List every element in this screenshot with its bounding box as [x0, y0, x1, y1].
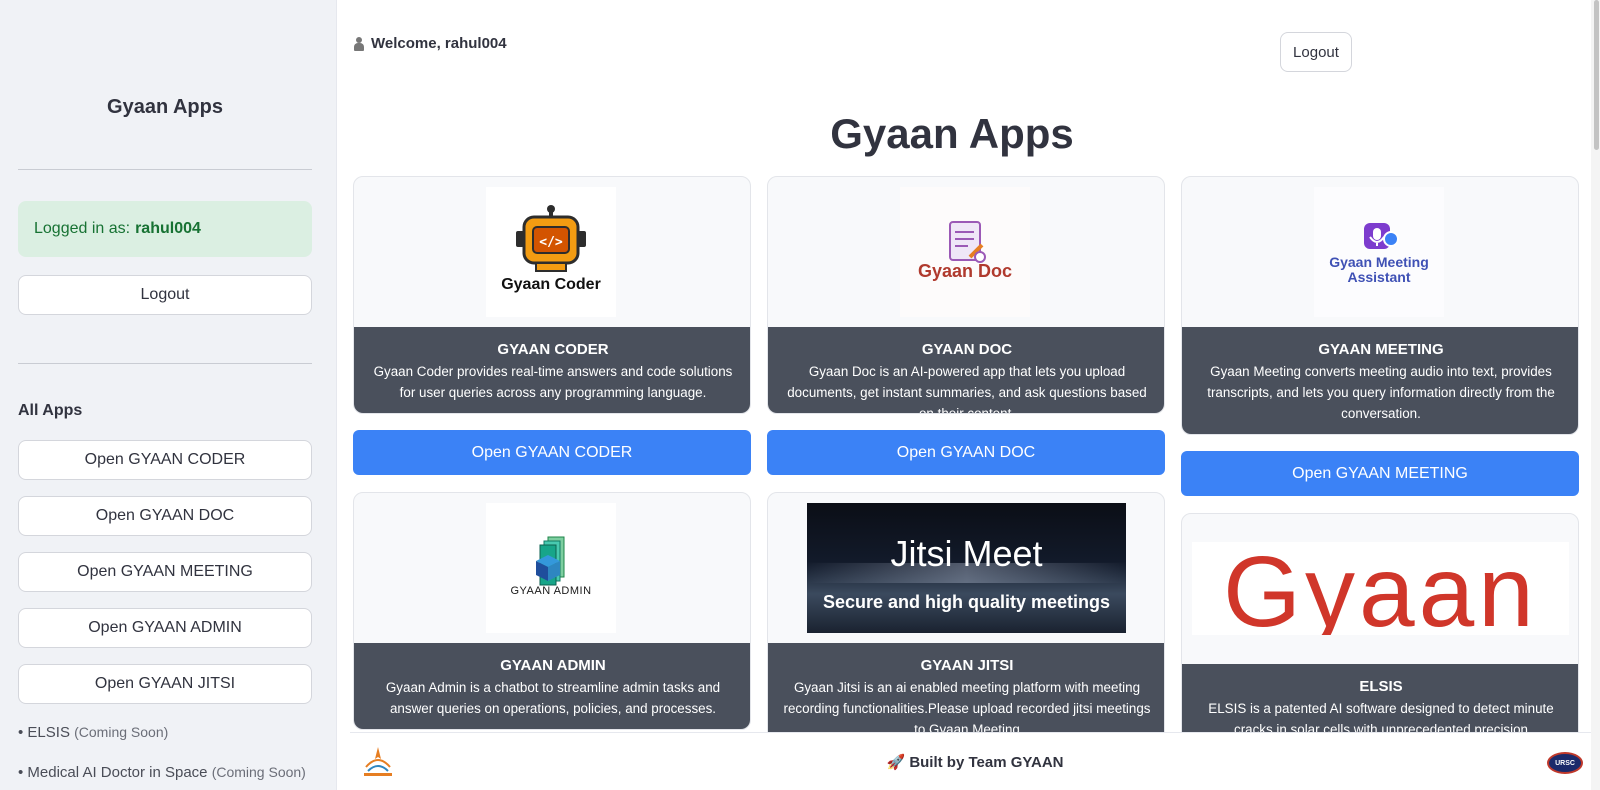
card-title: GYAAN JITSI [920, 657, 1014, 674]
welcome-message: Welcome, rahul004 [354, 35, 507, 52]
sidebar-logout-button[interactable]: Logout [18, 275, 312, 315]
card-title: GYAAN DOC [921, 341, 1013, 358]
jitsi-banner-subtitle: Secure and high quality meetings [822, 592, 1111, 612]
login-prefix: Logged in as: [34, 220, 131, 237]
sidebar-open-meeting-button[interactable]: Open GYAAN MEETING [18, 552, 312, 592]
card-description: Gyaan Coder provides real-time answers a… [373, 364, 733, 400]
gyaan-meeting-logo: Gyaan Meeting Assistant [1314, 187, 1444, 317]
app-card-admin: GYAAN ADMIN GYAAN ADMIN Gyaan Admin is a… [353, 492, 751, 730]
sidebar-divider [18, 169, 312, 170]
sidebar: Gyaan Apps Logged in as: rahul004 Logout… [0, 0, 337, 790]
meeting-logo-text: Gyaan Meeting Assistant [1329, 254, 1429, 285]
sidebar-open-coder-button[interactable]: Open GYAAN CODER [18, 440, 312, 480]
open-gyaan-doc-button[interactable]: Open GYAAN DOC [767, 430, 1165, 475]
app-card-meeting: Gyaan Meeting Assistant GYAAN MEETING Gy… [1181, 176, 1579, 435]
jitsi-banner-title: Jitsi Meet [890, 533, 1043, 574]
card-title: GYAAN MEETING [1318, 341, 1444, 358]
card-body: GYAAN DOC Gyaan Doc is an AI-powered app… [768, 327, 1164, 414]
user-icon [354, 36, 364, 51]
cube-stack-icon [536, 536, 565, 586]
header-logout-button[interactable]: Logout [1280, 32, 1352, 72]
jitsi-meet-banner: Jitsi Meet Secure and high quality meeti… [807, 503, 1126, 633]
ursc-logo: URSC [1547, 752, 1583, 774]
open-gyaan-coder-button[interactable]: Open GYAAN CODER [353, 430, 751, 475]
sidebar-divider [18, 363, 312, 364]
login-username: rahul004 [135, 220, 201, 237]
coming-soon-tag: (Coming Soon) [74, 724, 169, 740]
gyaan-admin-logo: GYAAN ADMIN [486, 503, 616, 633]
card-body: GYAAN CODER Gyaan Coder provides real-ti… [354, 327, 750, 413]
card-title: GYAAN CODER [497, 341, 609, 358]
card-title: ELSIS [1359, 678, 1403, 695]
open-gyaan-meeting-button[interactable]: Open GYAAN MEETING [1181, 451, 1579, 496]
sidebar-open-admin-button[interactable]: Open GYAAN ADMIN [18, 608, 312, 648]
coming-soon-medical: • Medical AI Doctor in Space (Coming Soo… [18, 764, 306, 781]
card-body: GYAAN ADMIN Gyaan Admin is a chatbot to … [354, 643, 750, 729]
coming-soon-name: • Medical AI Doctor in Space [18, 764, 208, 781]
welcome-text: Welcome, rahul004 [371, 35, 507, 52]
doc-logo-text: Gyaan Doc [917, 261, 1013, 281]
card-title: GYAAN ADMIN [500, 657, 606, 674]
coming-soon-elsis: • ELSIS (Coming Soon) [18, 724, 168, 741]
robot-coder-icon: </> [516, 205, 586, 272]
main-content: Welcome, rahul004 Logout Gyaan Apps </> … [337, 0, 1600, 790]
app-card-elsis: Gyaan ELSIS ELSIS is a patented AI softw… [1181, 513, 1579, 752]
app-card-jitsi: Jitsi Meet Secure and high quality meeti… [767, 492, 1165, 752]
page-scrollbar-thumb[interactable] [1594, 0, 1599, 150]
card-description: Gyaan Meeting converts meeting audio int… [1207, 364, 1555, 421]
elsis-logo-text: Gyaan [1223, 542, 1538, 635]
footer-credit: 🚀 Built by Team GYAAN [886, 754, 1064, 771]
microphone-icon [1364, 223, 1399, 249]
elsis-logo: Gyaan [1192, 542, 1569, 635]
gyaan-coder-logo: </> Gyaan Coder [486, 187, 616, 317]
sidebar-open-jitsi-button[interactable]: Open GYAAN JITSI [18, 664, 312, 704]
coming-soon-tag: (Coming Soon) [211, 764, 306, 780]
card-body: GYAAN MEETING Gyaan Meeting converts mee… [1182, 327, 1578, 434]
sidebar-open-doc-button[interactable]: Open GYAAN DOC [18, 496, 312, 536]
svg-text:</>: </> [539, 235, 563, 250]
footer: 🚀 Built by Team GYAAN URSC [350, 732, 1600, 790]
sidebar-title: Gyaan Apps [107, 96, 223, 118]
app-card-doc: Gyaan Doc GYAAN DOC Gyaan Doc is an AI-p… [767, 176, 1165, 414]
document-pen-icon [949, 221, 986, 263]
card-description: Gyaan Doc is an AI-powered app that lets… [787, 364, 1147, 414]
coder-logo-text: Gyaan Coder [501, 276, 601, 293]
all-apps-heading: All Apps [18, 402, 83, 419]
card-description: Gyaan Admin is a chatbot to streamline a… [385, 680, 721, 716]
page-title: Gyaan Apps [830, 110, 1074, 157]
admin-logo-text: GYAAN ADMIN [510, 585, 592, 597]
login-status-box: Logged in as: rahul004 [18, 201, 312, 257]
coming-soon-name: • ELSIS [18, 724, 70, 741]
card-description: Gyaan Jitsi is an ai enabled meeting pla… [783, 680, 1151, 737]
app-card-coder: </> Gyaan Coder GYAAN CODER Gyaan Coder … [353, 176, 751, 414]
gyaan-doc-logo: Gyaan Doc [900, 187, 1030, 317]
